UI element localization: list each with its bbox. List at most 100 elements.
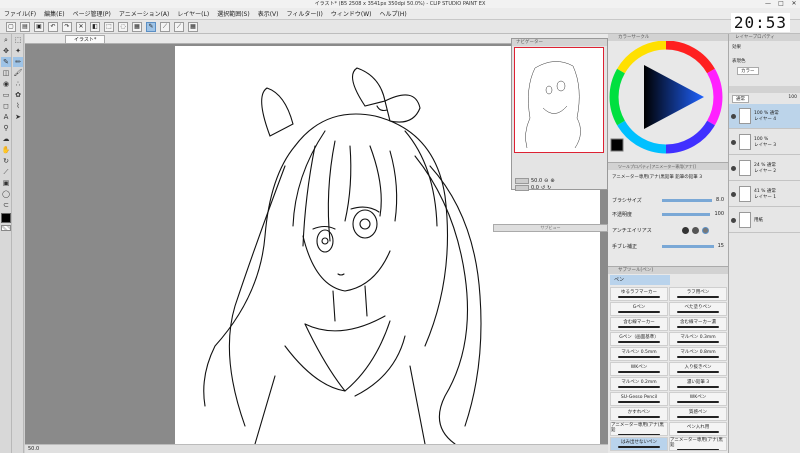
brush-item[interactable]: マルペン 0.8mm xyxy=(669,347,727,361)
brush-item[interactable]: アニメーター専用(アナ)黒鉛 xyxy=(610,422,668,436)
brush-item[interactable]: 含む線マーカー濃 xyxy=(669,317,727,331)
visibility-eye-icon[interactable] xyxy=(731,113,736,119)
frame-tool-icon[interactable]: ▣ xyxy=(1,178,11,188)
layer-row[interactable]: 100 % 通常 レイヤー 4 xyxy=(729,104,800,129)
menu-help[interactable]: ヘルプ(H) xyxy=(379,9,406,18)
brush-item[interactable]: SU-Gesso Pencil xyxy=(610,392,668,406)
text-tool-icon[interactable]: A xyxy=(1,112,11,122)
brush-size-slider[interactable] xyxy=(662,198,713,202)
rotate-tool-icon[interactable]: ↻ xyxy=(1,156,11,166)
redo-icon[interactable]: ↷ xyxy=(62,21,72,32)
select-all-icon[interactable]: ▦ xyxy=(132,21,142,32)
brush-item[interactable]: かすれペン xyxy=(610,407,668,421)
menu-file[interactable]: ファイル(F) xyxy=(4,9,36,18)
color-wheel[interactable] xyxy=(608,40,728,159)
stabilization-row[interactable]: 手ブレ補正 15 xyxy=(612,241,724,251)
antialias-weak-icon[interactable] xyxy=(692,226,699,234)
menu-filter[interactable]: フィルター(I) xyxy=(287,9,323,18)
antialias-none-icon[interactable] xyxy=(682,226,689,234)
transform-icon[interactable]: ⬚ xyxy=(104,21,114,32)
menu-window[interactable]: ウィンドウ(W) xyxy=(331,9,372,18)
pen-tool-icon[interactable]: ✎ xyxy=(1,57,11,67)
main-color-swatch[interactable] xyxy=(1,213,11,223)
color-expression-select[interactable]: カラー xyxy=(737,67,759,75)
brush-item[interactable]: WKペン xyxy=(669,392,727,406)
hand-tool-icon[interactable]: ✋ xyxy=(1,145,11,155)
correct-line-tool-icon[interactable]: ⌇ xyxy=(13,101,23,111)
object-tool-icon[interactable]: ➤ xyxy=(13,112,23,122)
antialias-mid-icon[interactable] xyxy=(702,226,709,234)
brush-item[interactable]: ベた塗りペン xyxy=(669,302,727,316)
brush-item[interactable]: ゆるラフマーカー xyxy=(610,287,668,301)
figure-tool-icon[interactable]: ◻ xyxy=(1,101,11,111)
eraser-tool-icon[interactable]: ◫ xyxy=(1,68,11,78)
undo-icon[interactable]: ↶ xyxy=(48,21,58,32)
navigator-thumbnail[interactable] xyxy=(514,47,604,153)
brush-item[interactable]: 濃い鉛筆 3 xyxy=(669,377,727,391)
menu-layer[interactable]: レイヤー(L) xyxy=(177,9,209,18)
visibility-eye-icon[interactable] xyxy=(731,139,736,145)
brush-item[interactable]: マルペン 0.2mm xyxy=(610,377,668,391)
eyedropper-tool-icon[interactable]: ⚲ xyxy=(1,123,11,133)
blend-tool-icon[interactable]: ☁ xyxy=(1,134,11,144)
ruler-tool-icon[interactable]: ⟋ xyxy=(1,167,11,177)
brush-tool-icon[interactable]: 🖌 xyxy=(13,68,23,78)
auto-select-tool-icon[interactable]: ✦ xyxy=(13,46,23,56)
brush-item[interactable]: ラフ用ペン xyxy=(669,287,727,301)
move-tool-icon[interactable]: ✥ xyxy=(1,46,11,56)
close-button[interactable]: ✕ xyxy=(788,0,800,8)
minimize-button[interactable]: — xyxy=(762,0,774,8)
lasso-tool-icon[interactable]: ⊂ xyxy=(1,200,11,210)
open-file-icon[interactable]: ▤ xyxy=(20,21,30,32)
layer-row[interactable]: 100 % レイヤー 3 xyxy=(729,130,800,155)
gradient-tool-icon[interactable]: ▭ xyxy=(1,90,11,100)
menu-animation[interactable]: アニメーション(A) xyxy=(119,9,170,18)
brush-item[interactable]: はみ出せないペン xyxy=(610,437,668,451)
brush-item[interactable]: Gペン xyxy=(610,302,668,316)
brush-item[interactable]: ペン入れ用 xyxy=(669,422,727,436)
pencil-tool-icon[interactable]: ✏ xyxy=(13,57,23,67)
fill-icon[interactable]: ◧ xyxy=(90,21,100,32)
layer-row[interactable]: 24 % 通常 レイヤー 2 xyxy=(729,156,800,181)
zoom-tool-icon[interactable]: ⌕ xyxy=(1,35,11,45)
document-tab[interactable]: イラスト* xyxy=(65,35,106,44)
layer-row[interactable]: 用紙 xyxy=(729,208,800,233)
visibility-eye-icon[interactable] xyxy=(731,191,736,197)
antialias-row[interactable]: アンチエイリアス xyxy=(612,225,724,235)
opacity-slider[interactable] xyxy=(662,212,711,216)
rotate-right-icon[interactable]: ↻ xyxy=(547,185,551,191)
brush-item[interactable]: WKペン xyxy=(610,362,668,376)
current-color-swatch[interactable] xyxy=(610,138,624,152)
brush-size-row[interactable]: ブラシサイズ 8.0 xyxy=(612,195,724,205)
ruler-icon[interactable]: ⟋ xyxy=(174,21,184,32)
opacity-row[interactable]: 不透明度 100 xyxy=(612,209,724,219)
menu-selection[interactable]: 選択範囲(S) xyxy=(217,9,250,18)
layer-row[interactable]: 41 % 通常 レイヤー 1 xyxy=(729,182,800,207)
visibility-eye-icon[interactable] xyxy=(731,217,736,223)
brush-item[interactable]: 質感ペン xyxy=(669,407,727,421)
sub-tool-group-tab[interactable]: ペン xyxy=(610,275,670,285)
menu-page[interactable]: ページ管理(P) xyxy=(73,9,111,18)
subview-panel-header[interactable]: サブビュー xyxy=(493,224,608,232)
snap-icon[interactable]: ⟋ xyxy=(160,21,170,32)
menu-view[interactable]: 表示(V) xyxy=(258,9,279,18)
pen-mode-icon[interactable]: ✎ xyxy=(146,21,156,32)
brush-item[interactable]: 含む線マーカー xyxy=(610,317,668,331)
clear-icon[interactable]: ✕ xyxy=(76,21,86,32)
brush-item[interactable]: アニメーター専用(アナ)黒鉛 xyxy=(669,437,727,451)
brush-item[interactable]: 入り抜きペン xyxy=(669,362,727,376)
selection-tool-icon[interactable]: ⬚ xyxy=(13,35,23,45)
fill-tool-icon[interactable]: ◉ xyxy=(1,79,11,89)
airbrush-tool-icon[interactable]: ∴ xyxy=(13,79,23,89)
menu-edit[interactable]: 編集(E) xyxy=(44,9,64,18)
brush-item[interactable]: マルペン 0.5mm xyxy=(610,347,668,361)
blend-mode-select[interactable]: 通常 xyxy=(732,95,749,103)
deselect-icon[interactable]: ◌ xyxy=(118,21,128,32)
new-file-icon[interactable]: ▢ xyxy=(6,21,16,32)
grid-icon[interactable]: ▦ xyxy=(188,21,198,32)
brush-item[interactable]: マルペン 0.3mm xyxy=(669,332,727,346)
save-icon[interactable]: ▣ xyxy=(34,21,44,32)
visibility-eye-icon[interactable] xyxy=(731,165,736,171)
rotate-left-icon[interactable]: ↺ xyxy=(541,185,545,191)
decoration-tool-icon[interactable]: ✿ xyxy=(13,90,23,100)
